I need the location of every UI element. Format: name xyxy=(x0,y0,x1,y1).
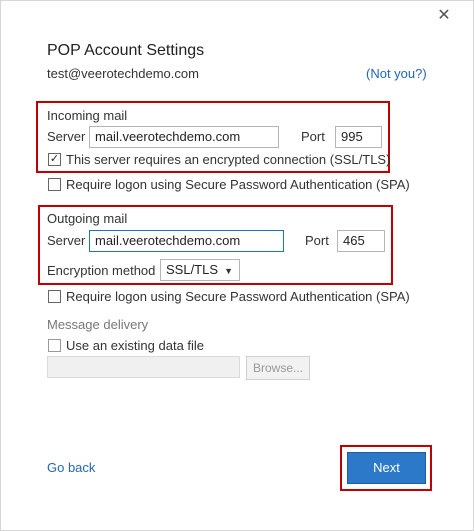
spa-outgoing-label: Require logon using Secure Password Auth… xyxy=(66,289,410,304)
outgoing-port-label: Port xyxy=(305,233,329,248)
message-delivery-heading: Message delivery xyxy=(47,317,149,332)
chevron-down-icon: ▼ xyxy=(224,266,233,276)
spa-outgoing-checkbox[interactable] xyxy=(48,290,61,303)
spa-incoming-label: Require logon using Secure Password Auth… xyxy=(66,177,410,192)
existing-data-file-checkbox[interactable] xyxy=(48,339,61,352)
dialog-title: POP Account Settings xyxy=(47,42,205,59)
ssl-checkbox-label: This server requires an encrypted connec… xyxy=(66,152,391,167)
account-email: test@veerotechdemo.com xyxy=(47,66,199,81)
spa-incoming-checkbox[interactable] xyxy=(48,178,61,191)
encryption-method-select[interactable]: SSL/TLS ▼ xyxy=(160,259,240,281)
encryption-method-value: SSL/TLS xyxy=(166,262,219,277)
outgoing-server-input[interactable]: mail.veerotechdemo.com xyxy=(89,230,284,252)
incoming-port-label: Port xyxy=(301,129,325,144)
ssl-checkbox[interactable]: ✓ xyxy=(48,153,61,166)
incoming-port-input[interactable]: 995 xyxy=(335,126,382,148)
existing-data-file-label: Use an existing data file xyxy=(66,338,205,353)
incoming-heading: Incoming mail xyxy=(47,108,128,123)
incoming-server-label: Server xyxy=(47,129,86,144)
outgoing-port-input[interactable]: 465 xyxy=(337,230,385,252)
next-button[interactable]: Next xyxy=(347,452,426,484)
not-you-link[interactable]: (Not you?) xyxy=(366,66,427,81)
outgoing-heading: Outgoing mail xyxy=(47,211,128,226)
go-back-link[interactable]: Go back xyxy=(47,460,95,475)
browse-button[interactable]: Browse... xyxy=(246,356,310,380)
encryption-method-label: Encryption method xyxy=(47,263,156,278)
close-icon[interactable]: ✕ xyxy=(434,6,454,26)
incoming-server-input[interactable]: mail.veerotechdemo.com xyxy=(89,126,279,148)
outgoing-server-label: Server xyxy=(47,233,86,248)
data-file-path-input[interactable] xyxy=(47,356,240,378)
